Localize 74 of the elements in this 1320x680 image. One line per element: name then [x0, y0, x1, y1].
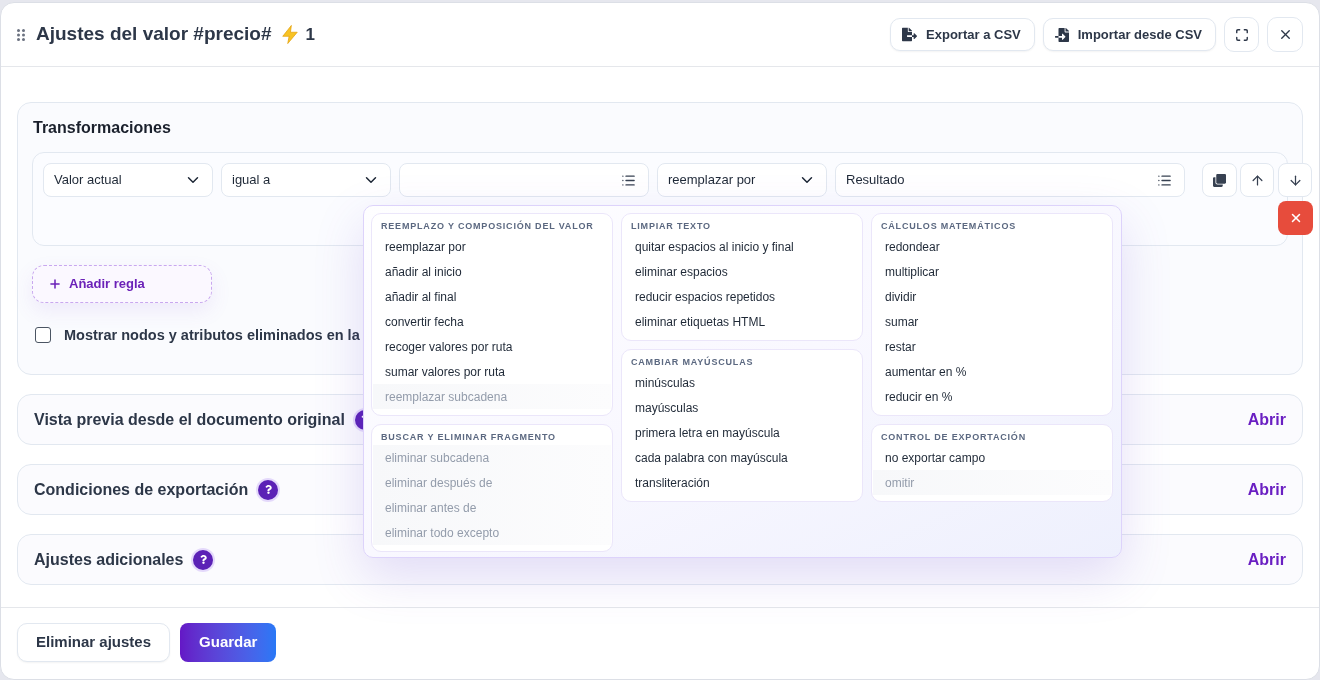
- group-heading: CAMBIAR MAYÚSCULAS: [630, 356, 755, 368]
- menu-item[interactable]: quitar espacios al inicio y final: [623, 234, 861, 259]
- dialog-title: Ajustes del valor #precio#: [36, 22, 272, 47]
- open-link[interactable]: Abrir: [1247, 547, 1286, 572]
- duplicate-button[interactable]: [1202, 163, 1237, 197]
- group-heading: BUSCAR Y ELIMINAR FRAGMENTO: [380, 431, 557, 443]
- copy-icon: [1213, 173, 1226, 187]
- menu-item[interactable]: reducir en %: [873, 384, 1111, 409]
- menu-item[interactable]: añadir al final: [373, 284, 611, 309]
- checkbox[interactable]: [35, 327, 51, 343]
- text-input[interactable]: Resultado: [835, 163, 1185, 197]
- rule-count: 1: [305, 23, 315, 46]
- checkbox-label: Mostrar nodos y atributos eliminados en la: [64, 326, 360, 345]
- menu-item: omitir: [873, 470, 1111, 495]
- move-up-button[interactable]: [1240, 163, 1274, 197]
- plus-icon: [48, 277, 62, 291]
- save-button[interactable]: Guardar: [180, 623, 277, 662]
- menu-item[interactable]: redondear: [873, 234, 1111, 259]
- fullscreen-icon: [1234, 27, 1249, 42]
- menu-item: eliminar todo excepto: [373, 520, 611, 545]
- menu-item[interactable]: primera letra en mayúscula: [623, 420, 861, 445]
- group-heading: REEMPLAZO Y COMPOSICIÓN DEL VALOR: [380, 220, 595, 232]
- group-heading: CÁLCULOS MATEMÁTICOS: [880, 220, 1018, 232]
- menu-item[interactable]: reemplazar por: [373, 234, 611, 259]
- dropdown-select[interactable]: Valor actual: [43, 163, 213, 197]
- menu-item: eliminar subcadena: [373, 445, 611, 470]
- menu-item[interactable]: multiplicar: [873, 259, 1111, 284]
- menu-item[interactable]: añadir al inicio: [373, 259, 611, 284]
- import-button[interactable]: Importar desde CSV: [1042, 18, 1216, 51]
- menu-item[interactable]: no exportar campo: [873, 445, 1111, 470]
- menu-item[interactable]: mayúsculas: [623, 395, 861, 420]
- menu-item: eliminar antes de: [373, 495, 611, 520]
- close-button[interactable]: [1267, 17, 1303, 52]
- menu-item[interactable]: eliminar espacios: [623, 259, 861, 284]
- menu-item[interactable]: eliminar etiquetas HTML: [623, 309, 861, 334]
- group-heading: LIMPIAR TEXTO: [630, 220, 712, 232]
- dropdown-select[interactable]: reemplazar por: [657, 163, 827, 197]
- group-heading: CONTROL DE EXPORTACIÓN: [880, 431, 1027, 443]
- open-link[interactable]: Abrir: [1247, 477, 1286, 502]
- section-title: Condiciones de exportación: [34, 479, 249, 500]
- fullscreen-button[interactable]: [1224, 17, 1259, 52]
- menu-item[interactable]: transliteración: [623, 470, 861, 495]
- add-rule-button[interactable]: Añadir regla: [32, 265, 212, 303]
- menu-item[interactable]: recoger valores por ruta: [373, 334, 611, 359]
- dropdown-select[interactable]: igual a: [221, 163, 391, 197]
- section-title: Ajustes adicionales: [34, 549, 184, 570]
- menu-item[interactable]: cada palabra con mayúscula: [623, 445, 861, 470]
- menu-item[interactable]: restar: [873, 334, 1111, 359]
- arrow-down-icon: [1287, 172, 1303, 188]
- menu-item: reemplazar subcadena: [373, 384, 611, 409]
- menu-item[interactable]: aumentar en %: [873, 359, 1111, 384]
- menu-item: eliminar después de: [373, 470, 611, 495]
- menu-item[interactable]: dividir: [873, 284, 1111, 309]
- help-icon[interactable]: [258, 479, 279, 500]
- menu-item[interactable]: reducir espacios repetidos: [623, 284, 861, 309]
- panel-title: Transformaciones: [33, 118, 172, 138]
- move-down-button[interactable]: [1278, 163, 1312, 197]
- export-button[interactable]: Exportar a CSV: [890, 18, 1035, 51]
- help-icon[interactable]: [193, 549, 214, 570]
- menu-item[interactable]: minúsculas: [623, 370, 861, 395]
- section-title: Vista previa desde el documento original: [34, 409, 345, 430]
- delete-rule-button[interactable]: [1278, 201, 1313, 235]
- menu-item[interactable]: sumar: [873, 309, 1111, 334]
- list-icon[interactable]: [1157, 172, 1172, 188]
- menu-item[interactable]: sumar valores por ruta: [373, 359, 611, 384]
- drag-handle-icon[interactable]: [17, 28, 25, 41]
- menu-item[interactable]: convertir fecha: [373, 309, 611, 334]
- text-input[interactable]: [399, 163, 649, 197]
- file-export-icon: [902, 27, 918, 42]
- delete-settings-button[interactable]: Eliminar ajustes: [17, 623, 171, 662]
- lightning-icon: [281, 25, 298, 44]
- open-link[interactable]: Abrir: [1247, 407, 1286, 432]
- list-icon[interactable]: [621, 172, 636, 188]
- file-import-icon: [1054, 27, 1069, 42]
